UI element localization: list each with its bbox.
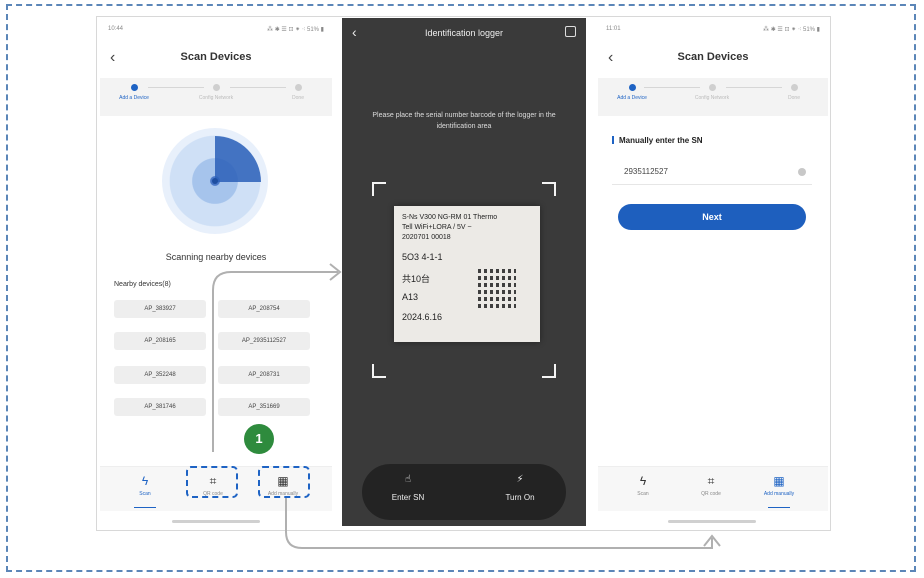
qr-code-pattern (478, 268, 516, 308)
button-label: Enter SN (391, 493, 425, 502)
tab-label: Scan (139, 491, 151, 497)
step-dot (212, 84, 220, 91)
label-text: 共10台 (402, 274, 431, 284)
device-item[interactable]: AP_351669 (218, 398, 310, 416)
device-item[interactable]: AP_352248 (114, 366, 206, 384)
step-done: Done (764, 82, 824, 101)
enter-sn-button[interactable]: ☝ Enter SN (368, 474, 448, 502)
clear-icon[interactable] (798, 168, 806, 176)
step-label: Config Network (694, 95, 730, 101)
step-label: Add a Device (617, 95, 647, 101)
scan-hint: Please place the serial number barcode o… (372, 112, 556, 130)
label-text: 5O3 4-1-1 (402, 252, 443, 262)
hand-icon: ☝ (404, 474, 412, 485)
flashlight-icon: ⚡ (516, 474, 524, 485)
sn-value: 2935112527 (624, 167, 668, 176)
step-add-device: Add a Device (104, 82, 164, 101)
step-label: Done (788, 95, 800, 101)
page-title: Scan Devices (180, 51, 252, 63)
status-icons: ⁂ ✱ ☰ ⊡ ⁕ ⁖ 51% ▮ (763, 27, 820, 33)
radar-scan-animation (162, 128, 268, 234)
step-add-device: Add a Device (602, 82, 662, 101)
device-item[interactable]: AP_381746 (114, 398, 206, 416)
active-tab-underline (768, 507, 790, 508)
home-indicator (172, 520, 260, 523)
step-dot (708, 84, 716, 91)
tab-label: Scan (637, 491, 649, 497)
device-item[interactable]: AP_383927 (114, 300, 206, 318)
turn-on-flashlight-button[interactable]: ⚡ Turn On (480, 474, 560, 502)
highlight-manual-tab (258, 466, 310, 498)
step-dot (130, 84, 138, 91)
step-number-badge: 1 (244, 424, 274, 454)
viewfinder-corner (542, 182, 556, 196)
stepper: Add a Device Config Network Done (598, 78, 828, 116)
step-label: Add a Device (119, 95, 149, 101)
camera-action-bar: ☝ Enter SN ⚡ Turn On (362, 464, 566, 520)
device-sn-label-photo: S-Ns V300 NG-RM 01 Thermo Tell WiFi+LORA… (394, 206, 540, 342)
step-dot (294, 84, 302, 91)
gallery-icon[interactable] (565, 26, 576, 37)
bottom-tab-bar: ϟ Scan ⌗ QR code ▦ Add manually (598, 466, 828, 511)
tab-label: Add manually (763, 491, 795, 497)
label-text: 2020701 00018 (402, 234, 451, 241)
status-icons: ⁂ ✱ ☰ ⊡ ⁕ ⁖ 51% ▮ (267, 27, 324, 33)
header: ‹ Scan Devices (100, 48, 332, 72)
device-item[interactable]: AP_2935112527 (218, 332, 310, 350)
tab-scan[interactable]: ϟ Scan (120, 473, 170, 497)
active-tab-underline (134, 507, 156, 508)
step-dot (790, 84, 798, 91)
status-time: 11:01 (606, 26, 621, 32)
label-text: Tell WiFi+LORA / 5V ~ (402, 224, 472, 231)
button-label: Turn On (505, 493, 535, 502)
header: ‹ Scan Devices (598, 48, 828, 72)
device-item[interactable]: AP_208754 (218, 300, 310, 318)
page-title: Scan Devices (677, 51, 749, 63)
viewfinder-corner (372, 182, 386, 196)
nearby-devices-label: Nearby devices(8) (114, 281, 171, 288)
radar-sweep (215, 136, 261, 182)
tab-label: QR code (701, 491, 721, 497)
grid-icon: ▦ (773, 474, 785, 488)
label-text: S-Ns V300 NG-RM 01 Thermo (402, 214, 498, 221)
step-config-network: Config Network (682, 82, 742, 101)
tab-scan[interactable]: ϟ Scan (618, 473, 668, 497)
camera-scan-screen: ‹ Identification logger Please place the… (342, 18, 586, 526)
device-item[interactable]: AP_208731 (218, 366, 310, 384)
home-indicator (668, 520, 756, 523)
status-bar: 10:44 ⁂ ✱ ☰ ⊡ ⁕ ⁖ 51% ▮ (108, 26, 324, 36)
tab-qr-code[interactable]: ⌗ QR code (686, 473, 736, 497)
next-button[interactable]: Next (618, 204, 806, 230)
tab-add-manually[interactable]: ▦ Add manually (754, 473, 804, 497)
scanning-status: Scanning nearby devices (165, 252, 267, 262)
viewfinder-corner (542, 364, 556, 378)
label-text: 2024.6.16 (402, 312, 443, 322)
label-text: A13 (402, 292, 419, 302)
stepper: Add a Device Config Network Done (100, 78, 332, 116)
qr-scan-icon: ⌗ (707, 474, 715, 488)
status-time: 10:44 (108, 26, 124, 32)
step-label: Done (292, 95, 304, 101)
scan-devices-screen: 10:44 ⁂ ✱ ☰ ⊡ ⁕ ⁖ 51% ▮ ‹ Scan Devices A… (100, 18, 332, 526)
sn-input[interactable]: 2935112527 (612, 160, 812, 185)
bolt-icon: ϟ (639, 474, 647, 488)
radar-center (212, 178, 218, 184)
bolt-icon: ϟ (141, 474, 149, 488)
page-title: Identification logger (424, 28, 504, 38)
status-bar: 11:01 ⁂ ✱ ☰ ⊡ ⁕ ⁖ 51% ▮ (606, 26, 820, 36)
step-done: Done (268, 82, 328, 101)
device-item[interactable]: AP_208165 (114, 332, 206, 350)
manual-sn-screen: 11:01 ⁂ ✱ ☰ ⊡ ⁕ ⁖ 51% ▮ ‹ Scan Devices A… (598, 18, 828, 526)
step-dot (628, 84, 636, 91)
viewfinder-corner (372, 364, 386, 378)
highlight-qr-tab (186, 466, 238, 498)
section-title: Manually enter the SN (612, 136, 703, 145)
step-config-network: Config Network (186, 82, 246, 101)
step-label: Config Network (198, 95, 234, 101)
